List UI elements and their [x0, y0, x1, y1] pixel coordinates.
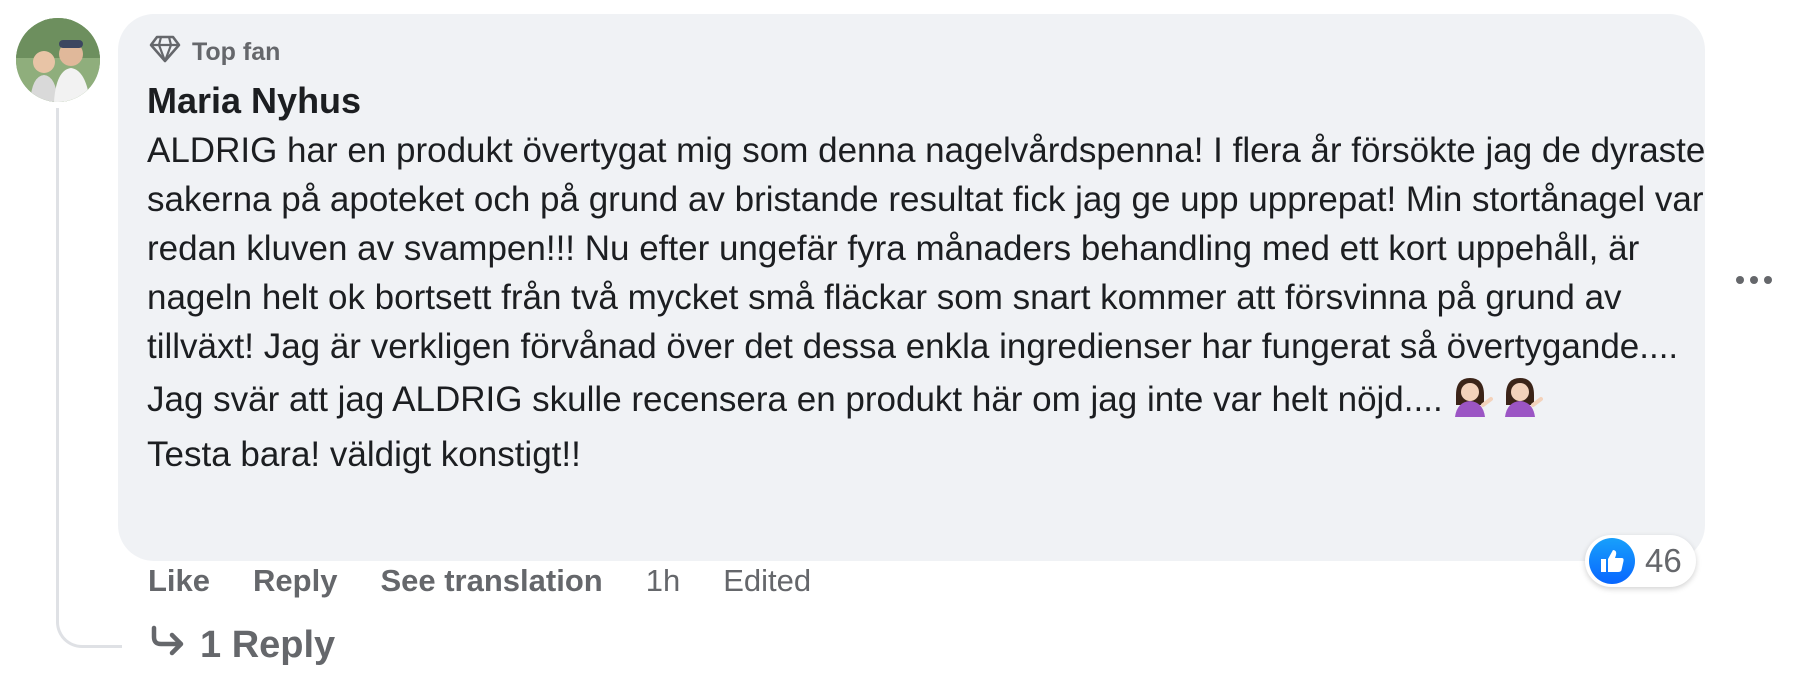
reply-button[interactable]: Reply: [253, 563, 337, 599]
reaction-summary[interactable]: 46: [1585, 535, 1696, 587]
woman-tipping-hand-emoji: [1447, 371, 1493, 430]
edited-label[interactable]: Edited: [723, 563, 811, 599]
dot-icon: [1750, 276, 1758, 284]
timestamp[interactable]: 1h: [646, 563, 680, 599]
comment-last-line: Testa bara! väldigt konstigt!!: [147, 435, 581, 474]
diamond-icon: [148, 34, 182, 71]
author-name[interactable]: Maria Nyhus: [147, 80, 361, 122]
comment-actions: Like Reply See translation 1h Edited: [148, 563, 854, 599]
comment-text: ALDRIG har en produkt övertygat mig som …: [147, 126, 1707, 479]
more-options-button[interactable]: [1736, 276, 1772, 284]
avatar-photo: [16, 18, 100, 102]
view-replies-button[interactable]: 1 Reply: [150, 624, 335, 667]
avatar[interactable]: [16, 18, 100, 102]
badge-label: Top fan: [192, 38, 281, 66]
top-fan-badge[interactable]: Top fan: [148, 34, 280, 71]
like-icon: [1589, 538, 1635, 584]
reply-arrow-icon: [150, 624, 186, 667]
dot-icon: [1764, 276, 1772, 284]
replies-count-label: 1 Reply: [200, 624, 336, 666]
like-button[interactable]: Like: [148, 563, 210, 599]
comment-body: ALDRIG har en produkt övertygat mig som …: [147, 126, 1707, 430]
see-translation-button[interactable]: See translation: [380, 563, 602, 599]
woman-tipping-hand-emoji: [1497, 371, 1543, 430]
reaction-count: 46: [1645, 542, 1682, 579]
thread-connector: [56, 108, 122, 648]
dot-icon: [1736, 276, 1744, 284]
